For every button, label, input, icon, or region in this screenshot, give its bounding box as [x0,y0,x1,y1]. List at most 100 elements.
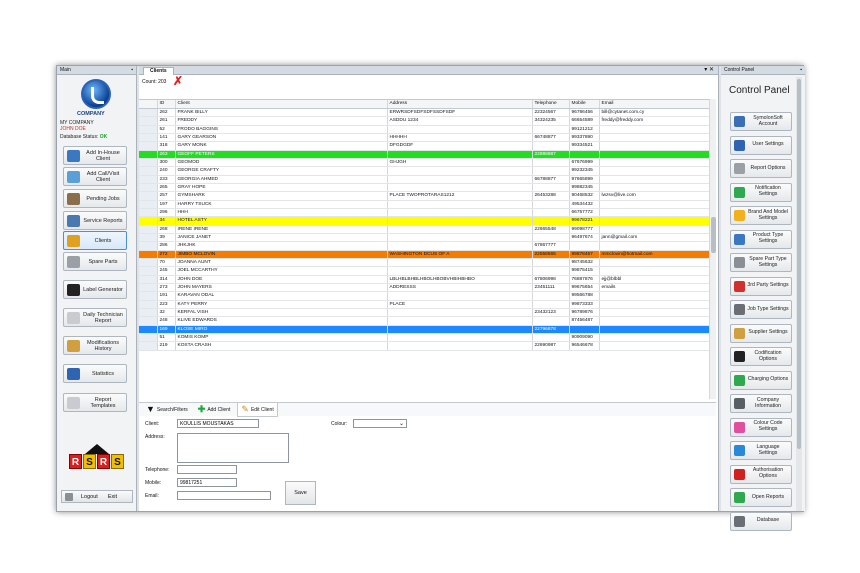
control-panel-button[interactable]: Database [730,511,792,531]
row-selector[interactable] [139,325,158,335]
table-row[interactable]: 51 KOMIS KOMP 90909090 [139,333,716,343]
row-selector[interactable] [139,183,158,193]
control-panel-button[interactable]: 3rd Party Settings [730,276,792,296]
row-selector[interactable] [139,200,158,209]
close-tab-icon[interactable]: ▾ ✕ [704,66,714,75]
row-selector[interactable] [139,166,158,176]
pin-icon[interactable]: ▪ [800,66,802,75]
table-row[interactable]: 314 JOHN DOE LBLHBLBHBLHBOLHBOBVHBIHBHBO 67… [139,275,716,285]
control-panel-button[interactable]: Language Settings [730,441,792,460]
table-row[interactable]: 219 KOSTA CRASH 22690987 96546678 [139,341,716,351]
edit-client-button[interactable]: ✎ Edit Client [237,402,278,417]
control-panel-scrollbar-thumb[interactable] [797,79,801,449]
row-selector[interactable] [139,108,158,118]
table-row[interactable]: 286 JHKJHK 67867777 [139,241,716,251]
nav-button[interactable]: Add Call/Visit Client [63,167,127,186]
nav-button[interactable]: Report Templates [63,393,127,412]
colour-select[interactable]: ⌄ [353,419,407,428]
nav-button[interactable]: Daily Technician Report [63,308,127,327]
control-panel-button[interactable]: Brand And Model Settings [730,206,792,225]
column-header[interactable]: ID [157,100,176,109]
table-row[interactable]: 257 GYMSHARK PLACE TWOPROTARAS1212 26453288… [139,191,716,201]
table-row[interactable]: 245 JOEL MCCARTHY 99875415 [139,266,716,276]
control-panel-button[interactable]: Notification Settings [730,182,792,202]
table-row[interactable]: 265 GRAY HOPE 99882345 [139,183,716,193]
control-panel-button[interactable]: User Settings [730,135,792,155]
grid-scrollbar[interactable] [709,99,716,399]
row-selector[interactable] [139,250,158,260]
nav-button[interactable]: Service Reports [63,211,127,230]
table-row[interactable]: 263 GEOFF PETERS 22898887 [139,150,716,159]
table-row[interactable]: 261 FREDDY ASDDU 1234 34324235 66654589 fredd… [139,116,716,126]
logout-button[interactable]: Logout [81,494,98,500]
control-panel-button[interactable]: Charging Options [730,370,792,390]
row-selector[interactable] [139,208,158,218]
row-selector[interactable] [139,150,158,159]
nav-button[interactable]: Spare Parts [63,252,127,271]
row-selector[interactable] [139,133,158,143]
add-client-button[interactable]: ✚ Add Client [195,403,234,416]
column-header[interactable]: Mobile [569,100,600,109]
control-panel-button[interactable]: Authorisation Options [730,464,792,484]
table-row[interactable]: 197 HARRY TSUCK 49534432 [139,200,716,209]
control-panel-button[interactable]: Report Options [730,159,792,178]
row-selector[interactable] [139,216,158,226]
control-panel-button[interactable]: Codification Options [730,347,792,366]
table-row[interactable]: 52 FRODO BAGGINS 99121212 [139,125,716,134]
client-field[interactable] [177,419,259,428]
table-row[interactable]: 233 GEORGIA AHMED 66788877 97665899 [139,175,716,184]
control-panel-button[interactable]: Supplier Settings [730,323,792,343]
table-row[interactable]: 32 KERFAL VISH 23432123 96789876 [139,308,716,318]
control-panel-button[interactable]: Colour Code Settings [730,417,792,437]
nav-button[interactable]: Modifications History [63,336,127,355]
nav-button[interactable]: Clients [63,231,127,250]
telephone-field[interactable] [177,465,237,474]
control-panel-button[interactable]: SymolonSoft Account [730,112,792,131]
control-panel-button[interactable]: Product Type Settings [730,229,792,249]
row-selector[interactable] [139,158,158,168]
table-row[interactable]: 318 GARY MONK DFGDGDF 99334521 [139,141,716,151]
table-row[interactable]: 268 IRENE IRENE 22665548 99098777 [139,225,716,235]
exit-button[interactable]: Exit [108,494,117,500]
clear-filter-icon[interactable]: ✗ [173,75,183,88]
row-selector[interactable] [139,241,158,251]
nav-button[interactable]: Statistics [63,364,127,383]
table-row[interactable]: 240 GEORGE CRAFTY 99232345 [139,166,716,176]
grid-scrollbar-thumb[interactable] [711,217,716,253]
control-panel-button[interactable]: Open Reports [730,488,792,507]
row-selector[interactable] [139,233,158,243]
table-row[interactable]: 169 KLOSE MIRO 22796878 [139,325,716,335]
nav-button[interactable]: Label Generator [63,280,127,299]
row-selector[interactable] [139,308,158,318]
control-panel-button[interactable]: Job Type Settings [730,300,792,319]
row-selector[interactable] [139,266,158,276]
table-row[interactable]: 296 HHH 66757772 [139,208,716,218]
control-panel-button[interactable]: Company Information [730,394,792,413]
nav-button[interactable]: Pending Jobs [63,189,127,208]
row-selector[interactable] [139,116,158,126]
table-row[interactable]: 141 GARY GEARSON HHHHH 66748877 99337890 [139,133,716,143]
row-selector[interactable] [139,125,158,134]
control-panel-button[interactable]: Spare Part Type Settings [730,253,792,272]
save-button[interactable]: Save [285,481,316,505]
column-header[interactable]: Email [599,100,716,109]
row-selector[interactable] [139,225,158,235]
pin-icon[interactable]: ▪ [131,66,133,75]
row-selector[interactable] [139,141,158,151]
table-row[interactable]: 39 JANICE JANET 96497674 jann@gmail.com [139,233,716,243]
row-selector[interactable] [139,291,158,301]
row-selector[interactable] [139,258,158,268]
row-selector[interactable] [139,275,158,285]
table-row[interactable]: 273 JOHN MAYERS ADDRESSS 23451111 99675654 em… [139,283,716,293]
email-field[interactable] [177,491,271,500]
table-row[interactable]: 70 JOANNA AUNT 98745632 [139,258,716,268]
address-field[interactable] [177,433,289,463]
search-filters-button[interactable]: ▼ Search/Filters [143,403,191,416]
table-row[interactable]: 300 GEOMOD GHJGH 67676999 [139,158,716,168]
table-row[interactable]: 223 KATY PERRY PLACE 99873333 [139,300,716,310]
table-row[interactable]: 34 HOTEL ASTY 99678221 [139,216,716,226]
clients-grid[interactable]: ID Client Address Telephone Mobile Email… [139,99,716,399]
row-selector[interactable] [139,191,158,201]
table-row[interactable]: 262 FRANK BILLY ERWRSDFSDFSDFSSDFSDF 223245… [139,108,716,118]
row-selector[interactable] [139,175,158,184]
